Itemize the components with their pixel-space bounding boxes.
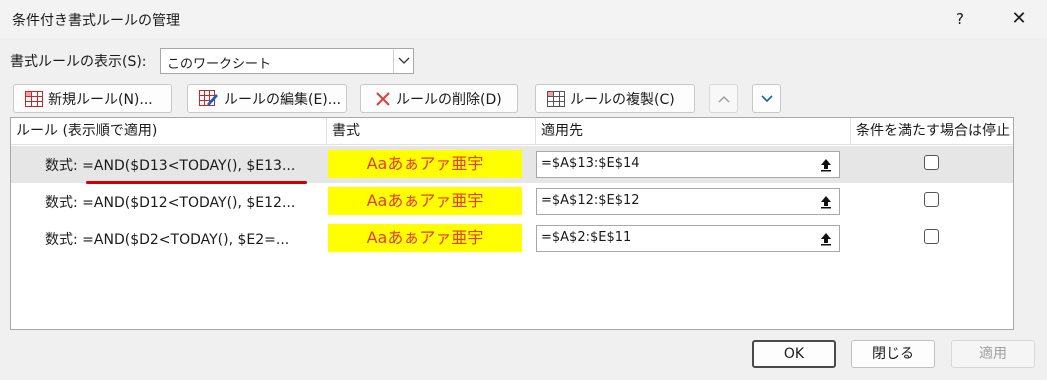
window-title: 条件付き書式ルールの管理: [12, 13, 180, 29]
chevron-down-icon: [760, 94, 773, 102]
delete-rule-label: ルールの削除(D): [396, 91, 502, 108]
close-button[interactable]: 閉じる: [851, 340, 935, 368]
column-header-rule[interactable]: ルール (表示順で適用): [11, 118, 327, 145]
edit-rule-icon: [199, 90, 218, 106]
format-preview: Aaあぁアァ亜宇: [328, 187, 522, 215]
new-rule-label: 新規ルール(N)...: [48, 91, 153, 108]
format-preview: Aaあぁアァ亜宇: [328, 150, 522, 178]
delete-icon: [376, 91, 390, 106]
applies-to-field[interactable]: =$A$13:$E$14: [536, 151, 840, 178]
rule-row[interactable]: 数式: =AND($D12<TODAY(), $E12... Aaあぁアァ亜宇 …: [11, 183, 1013, 220]
applies-to-value: =$A$2:$E$11: [541, 230, 632, 245]
new-rule-button[interactable]: 新規ルール(N)...: [13, 84, 172, 113]
delete-rule-button[interactable]: ルールの削除(D): [360, 84, 518, 113]
column-header-applies-to[interactable]: 適用先: [536, 118, 851, 145]
ok-button[interactable]: OK: [752, 340, 836, 368]
chevron-down-icon[interactable]: [393, 49, 413, 73]
duplicate-rule-icon: [547, 90, 565, 107]
column-header-stop-if-true[interactable]: 条件を満たす場合は停止: [851, 118, 1013, 145]
rules-list[interactable]: ルール (表示順で適用) 書式 適用先 条件を満たす場合は停止 数式: =AND…: [10, 117, 1014, 330]
applies-to-value: =$A$12:$E$12: [541, 193, 640, 208]
stop-if-true-checkbox[interactable]: [924, 155, 939, 170]
new-rule-icon: [25, 90, 43, 107]
format-preview: Aaあぁアァ亜宇: [328, 224, 522, 252]
applies-to-value: =$A$13:$E$14: [541, 156, 640, 171]
stop-if-true-checkbox[interactable]: [924, 192, 939, 207]
show-rules-value: このワークシート: [167, 57, 272, 72]
edit-rule-label: ルールの編集(E)...: [224, 91, 342, 108]
close-window-button[interactable]: ✕: [996, 0, 1042, 38]
range-select-icon[interactable]: [813, 189, 839, 214]
move-up-button[interactable]: [709, 84, 738, 113]
rule-formula: 数式: =AND($D2<TODAY(), $E2=...: [45, 232, 290, 248]
range-select-icon[interactable]: [813, 152, 839, 177]
edit-rule-button[interactable]: ルールの編集(E)...: [187, 84, 347, 113]
applies-to-field[interactable]: =$A$2:$E$11: [536, 225, 840, 252]
rule-formula: 数式: =AND($D13<TODAY(), $E13...: [45, 158, 296, 174]
duplicate-rule-label: ルールの複製(C): [570, 91, 675, 108]
duplicate-rule-button[interactable]: ルールの複製(C): [535, 84, 695, 113]
apply-button[interactable]: 適用: [951, 340, 1035, 368]
column-header-format[interactable]: 書式: [327, 118, 536, 145]
rule-row[interactable]: 数式: =AND($D13<TODAY(), $E13... Aaあぁアァ亜宇 …: [11, 146, 1013, 183]
annotation-underline: [86, 181, 307, 184]
applies-to-field[interactable]: =$A$12:$E$12: [536, 188, 840, 215]
rule-row[interactable]: 数式: =AND($D2<TODAY(), $E2=... Aaあぁアァ亜宇 =…: [11, 220, 1013, 257]
rule-formula: 数式: =AND($D12<TODAY(), $E12...: [45, 195, 296, 211]
show-rules-label: 書式ルールの表示(S):: [10, 54, 147, 70]
stop-if-true-checkbox[interactable]: [924, 229, 939, 244]
help-button[interactable]: ?: [940, 0, 980, 38]
range-select-icon[interactable]: [813, 226, 839, 251]
chevron-up-icon: [718, 95, 729, 102]
move-down-button[interactable]: [752, 84, 781, 113]
show-rules-select[interactable]: このワークシート: [160, 48, 414, 74]
